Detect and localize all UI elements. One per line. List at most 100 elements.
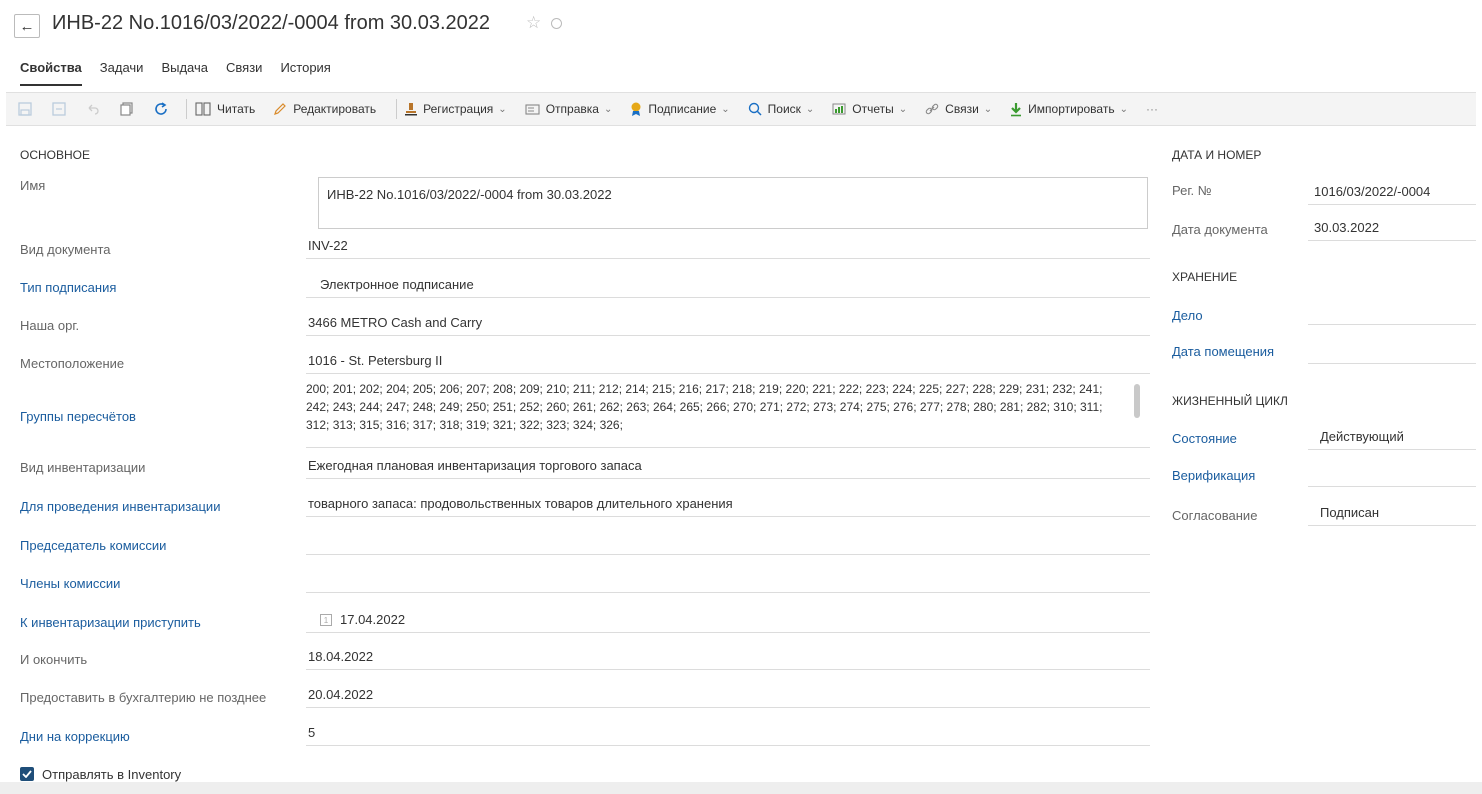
toolbar: Читать Редактировать Регистрация ⌄ Отпра… xyxy=(6,92,1476,126)
chart-icon xyxy=(832,103,846,115)
reg-number-label: Рег. № xyxy=(1172,183,1212,198)
page-title: ИНВ-22 No.1016/03/2022/-0004 from 30.03.… xyxy=(52,12,491,34)
chevron-down-icon: ⌄ xyxy=(603,103,613,115)
verification-field[interactable] xyxy=(1308,460,1476,487)
copy-icon[interactable] xyxy=(116,98,138,120)
tab-bar: Свойства Задачи Выдача Связи История xyxy=(20,60,349,86)
approval-field[interactable]: Подписан xyxy=(1308,499,1476,526)
mail-icon xyxy=(525,103,540,115)
save-icon[interactable] xyxy=(14,98,36,120)
section-title-main: ОСНОВНОЕ xyxy=(20,148,91,162)
inventory-type-label: Вид инвентаризации xyxy=(20,460,146,475)
chairman-label[interactable]: Председатель комиссии xyxy=(20,538,166,553)
chevron-down-icon: ⌄ xyxy=(498,103,507,115)
doc-type-label: Вид документа xyxy=(20,242,111,257)
bottom-strip xyxy=(0,782,1482,794)
case-field[interactable] xyxy=(1308,298,1476,325)
send-inventory-label: Отправлять в Inventory xyxy=(42,767,182,782)
chairman-field[interactable] xyxy=(306,528,1150,555)
calendar-icon[interactable]: 1 xyxy=(320,614,332,626)
purpose-field[interactable]: товарного запаса: продовольственных това… xyxy=(306,490,1150,517)
save-and-close-icon[interactable] xyxy=(48,98,70,120)
back-button[interactable]: ← xyxy=(14,14,40,38)
correction-days-label[interactable]: Дни на коррекцию xyxy=(20,729,130,744)
edit-button[interactable]: Редактировать xyxy=(273,96,376,122)
search-icon xyxy=(748,102,762,116)
members-field[interactable] xyxy=(306,566,1150,593)
state-label[interactable]: Состояние xyxy=(1172,431,1237,446)
end-date-label: И окончить xyxy=(20,652,88,667)
our-org-label: Наша орг. xyxy=(20,318,80,333)
recount-groups-label[interactable]: Группы пересчётов xyxy=(20,409,136,424)
recount-groups-field[interactable]: 200; 201; 202; 204; 205; 206; 207; 208; … xyxy=(306,380,1150,448)
chevron-down-icon: ⌄ xyxy=(983,103,993,115)
chevron-down-icon: ⌄ xyxy=(898,103,908,115)
links-button[interactable]: Связи ⌄ xyxy=(925,96,992,122)
start-date-field[interactable]: 1 17.04.2022 xyxy=(306,604,1150,633)
scrollbar[interactable] xyxy=(1134,384,1140,418)
case-label[interactable]: Дело xyxy=(1172,308,1203,323)
document-card: ← ИНВ-22 No.1016/03/2022/-0004 from 30.0… xyxy=(0,0,1482,794)
toolbar-divider xyxy=(186,99,187,119)
stamp-icon xyxy=(405,102,418,116)
chevron-down-icon: ⌄ xyxy=(805,103,815,115)
undo-icon[interactable] xyxy=(82,98,104,120)
location-field[interactable]: 1016 - St. Petersburg II xyxy=(306,347,1150,374)
end-date-field[interactable]: 18.04.2022 xyxy=(306,643,1150,670)
members-label[interactable]: Члены комиссии xyxy=(20,576,120,591)
send-button[interactable]: Отправка ⌄ xyxy=(525,96,613,122)
placement-date-field[interactable] xyxy=(1308,337,1476,364)
name-input[interactable]: ИНВ-22 No.1016/03/2022/-0004 from 30.03.… xyxy=(318,177,1148,229)
status-circle-icon[interactable] xyxy=(551,18,562,29)
star-icon[interactable]: ☆ xyxy=(526,13,541,33)
book-icon xyxy=(195,102,211,116)
section-title-date: ДАТА И НОМЕР xyxy=(1172,148,1262,162)
approval-label: Согласование xyxy=(1172,508,1258,523)
medal-icon xyxy=(630,102,642,117)
sign-type-label[interactable]: Тип подписания xyxy=(20,280,116,295)
inventory-type-field[interactable]: Ежегодная плановая инвентаризация торгов… xyxy=(306,452,1150,479)
more-button[interactable]: ··· xyxy=(1146,96,1158,122)
location-label: Местоположение xyxy=(20,356,125,371)
reports-button[interactable]: Отчеты ⌄ xyxy=(832,96,907,122)
import-button[interactable]: Импортировать ⌄ xyxy=(1010,96,1128,122)
verification-label[interactable]: Верификация xyxy=(1172,468,1255,483)
tab-links[interactable]: Связи xyxy=(226,60,262,86)
tab-history[interactable]: История xyxy=(280,60,330,86)
search-button[interactable]: Поиск ⌄ xyxy=(748,96,815,122)
chevron-down-icon: ⌄ xyxy=(1119,103,1128,115)
chevron-down-icon: ⌄ xyxy=(721,103,730,115)
arrow-left-icon: ← xyxy=(19,17,35,35)
tab-properties[interactable]: Свойства xyxy=(20,60,82,86)
checkmark-icon xyxy=(22,770,32,778)
download-arrow-icon xyxy=(1010,102,1022,117)
tab-issue[interactable]: Выдача xyxy=(161,60,208,86)
form-area: ОСНОВНОЕ Имя ИНВ-22 No.1016/03/2022/-000… xyxy=(6,126,1476,782)
reg-number-field[interactable]: 1016/03/2022/-0004 xyxy=(1308,176,1476,205)
doc-date-label: Дата документа xyxy=(1172,222,1268,237)
name-label: Имя xyxy=(20,178,46,193)
refresh-icon[interactable] xyxy=(150,98,172,120)
start-date-label[interactable]: К инвентаризации приступить xyxy=(20,615,201,630)
purpose-label[interactable]: Для проведения инвентаризации xyxy=(20,499,220,514)
sign-button[interactable]: Подписание ⌄ xyxy=(630,96,730,122)
section-title-lifecycle: ЖИЗНЕННЫЙ ЦИКЛ xyxy=(1172,394,1288,408)
send-inventory-checkbox[interactable] xyxy=(20,767,34,781)
deadline-field[interactable]: 20.04.2022 xyxy=(306,681,1150,708)
correction-days-field[interactable]: 5 xyxy=(306,719,1150,746)
tab-tasks[interactable]: Задачи xyxy=(100,60,144,86)
placement-date-label[interactable]: Дата помещения xyxy=(1172,344,1274,359)
header: ← ИНВ-22 No.1016/03/2022/-0004 from 30.0… xyxy=(0,0,1482,92)
toolbar-divider xyxy=(396,99,398,119)
state-field[interactable]: Действующий xyxy=(1308,423,1476,450)
link-icon xyxy=(925,102,939,116)
deadline-label: Предоставить в бухгалтерию не позднее xyxy=(20,690,267,705)
pencil-icon xyxy=(273,102,287,116)
read-button[interactable]: Читать xyxy=(195,96,255,122)
our-org-field[interactable]: 3466 METRO Cash and Carry xyxy=(306,309,1150,336)
doc-type-field[interactable]: INV-22 xyxy=(306,232,1150,259)
doc-date-field[interactable]: 30.03.2022 xyxy=(1308,214,1476,241)
section-title-storage: ХРАНЕНИЕ xyxy=(1172,270,1238,284)
registration-button[interactable]: Регистрация ⌄ xyxy=(405,96,507,122)
sign-type-field[interactable]: Электронное подписание xyxy=(306,271,1150,298)
